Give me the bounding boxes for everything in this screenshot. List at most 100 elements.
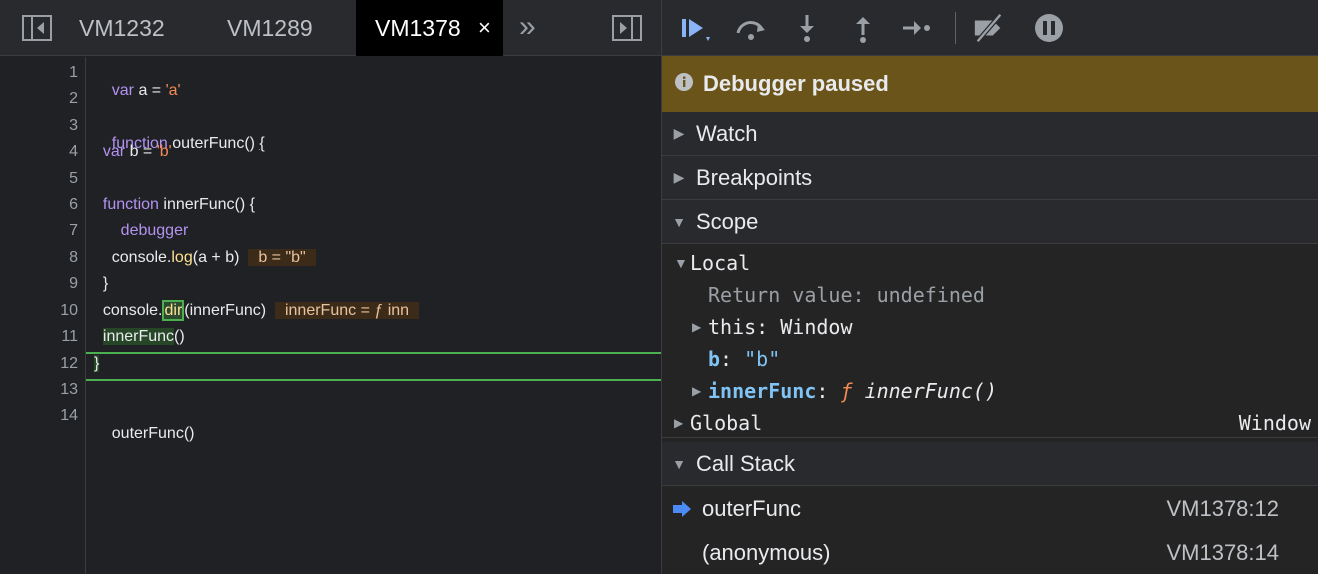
section-title: Call Stack — [696, 450, 796, 476]
inline-value-b: b = "b" — [248, 249, 316, 266]
scope-innerfunc[interactable]: ▶ innerFunc: ƒ innerFunc() — [662, 375, 1318, 407]
editor-pane: VM1232 VM1289 VM1378 × » 1 2 3 4 5 6 7 8… — [0, 0, 661, 574]
frame-name: outerFunc — [702, 496, 802, 521]
collapse-arrow-icon: ▼ — [672, 213, 686, 230]
string-literal: 'a' — [165, 82, 181, 99]
property-colon: : — [756, 315, 781, 339]
line-number[interactable]: 8 — [0, 249, 78, 267]
code-text: } — [94, 355, 100, 372]
line-number[interactable]: 1 — [0, 64, 78, 82]
code-text: outerFunc() — [167, 135, 260, 152]
toggle-debugger-icon[interactable] — [612, 14, 642, 42]
code-text: } — [102, 275, 109, 292]
line-number[interactable]: 6 — [0, 196, 78, 214]
pause-on-exceptions-icon[interactable] — [1032, 12, 1066, 44]
keyword: var — [102, 143, 126, 160]
toolbar-separator — [955, 12, 956, 44]
code-text: outerFunc() — [111, 425, 195, 442]
frame-location[interactable]: VM1378:12 — [1166, 496, 1279, 522]
code-line-4: var b = 'b' — [94, 143, 172, 179]
current-frame-arrow-icon — [662, 501, 702, 517]
property-colon: : — [852, 283, 877, 307]
expand-arrow-icon: ▶ — [692, 384, 702, 398]
step-out-icon[interactable] — [846, 12, 880, 44]
keyword: function — [102, 196, 159, 213]
string-literal: 'b' — [156, 143, 172, 160]
line-number[interactable]: 3 — [0, 117, 78, 135]
scope-local-label: Local — [690, 251, 751, 275]
resume-button[interactable] — [678, 12, 712, 44]
code-line-1: var a = 'a' — [94, 64, 181, 118]
method-name: dir — [162, 300, 185, 321]
line-number[interactable]: 11 — [0, 328, 78, 346]
property-value: innerFunc() — [864, 379, 998, 403]
code-text: a = — [134, 82, 166, 99]
code-text: (innerFunc) — [184, 302, 267, 319]
property-colon: : — [816, 379, 841, 403]
step-icon[interactable] — [900, 12, 934, 44]
code-text: innerFunc() { — [158, 196, 255, 213]
expand-arrow-icon: ▶ — [673, 125, 685, 141]
scope-global-value: Window — [1238, 410, 1311, 435]
code-line-11: innerFunc() — [94, 328, 185, 364]
line-number[interactable]: 7 — [0, 222, 78, 240]
step-into-icon[interactable] — [790, 12, 824, 44]
call-expression: innerFunc — [102, 328, 175, 345]
line-number[interactable]: 14 — [0, 407, 78, 425]
call-frame[interactable]: (anonymous) VM1378:14 — [662, 531, 1318, 574]
code-text: console. — [102, 302, 163, 319]
scope-return-value[interactable]: Return value: undefined — [662, 279, 1318, 311]
line-number[interactable]: 2 — [0, 90, 78, 108]
property-name: this — [708, 315, 757, 339]
debugger-toolbar — [662, 0, 1318, 56]
line-number[interactable]: 12 — [0, 355, 78, 373]
deactivate-breakpoints-icon[interactable] — [972, 12, 1006, 44]
keyword: debugger — [120, 222, 189, 239]
scope-b[interactable]: b: "b" — [662, 343, 1318, 375]
collapse-arrow-icon: ▼ — [672, 455, 686, 472]
line-number[interactable]: 10 — [0, 302, 78, 320]
more-tabs-icon[interactable]: » — [519, 0, 536, 56]
code-line-14: outerFunc() — [94, 407, 195, 461]
toggle-navigator-icon[interactable] — [22, 14, 52, 42]
property-value: "b" — [744, 347, 781, 371]
property-value: undefined — [876, 283, 985, 307]
scope-global[interactable]: ▶ Global Window — [662, 408, 1318, 438]
property-name: innerFunc — [708, 379, 817, 403]
line-number[interactable]: 9 — [0, 275, 78, 293]
property-name: b — [708, 347, 721, 371]
tab-vm1289[interactable]: VM1289 — [227, 0, 313, 56]
debugger-paused-banner: Debugger paused — [662, 56, 1318, 112]
call-frame[interactable]: outerFunc VM1378:12 — [662, 487, 1318, 531]
breakpoints-section-header[interactable]: ▶ Breakpoints — [662, 156, 1318, 200]
method-name: log — [171, 249, 193, 266]
watch-section-header[interactable]: ▶ Watch — [662, 112, 1318, 156]
section-title: Breakpoints — [696, 164, 813, 190]
line-number[interactable]: 5 — [0, 170, 78, 188]
inline-value-innerfunc: innerFunc = ƒ inn — [274, 302, 420, 319]
collapse-arrow-icon: ▼ — [674, 255, 688, 271]
tab-label: VM1378 — [375, 15, 461, 41]
line-number[interactable]: 13 — [0, 381, 78, 399]
frame-location[interactable]: VM1378:14 — [1166, 540, 1279, 566]
code-line-8: console.log(a + b) b = "b" — [94, 249, 316, 285]
close-tab-icon[interactable]: × — [478, 0, 491, 56]
code-text: console. — [111, 249, 172, 266]
scope-section-header[interactable]: ▼ Scope — [662, 200, 1318, 244]
property-colon: : — [720, 347, 745, 371]
function-glyph: ƒ — [840, 379, 853, 403]
keyword: var — [111, 82, 135, 99]
scope-local[interactable]: ▼ Local — [662, 247, 1318, 279]
call-stack-section-header[interactable]: ▼ Call Stack — [662, 442, 1318, 486]
section-title: Scope — [696, 208, 759, 234]
expand-arrow-icon: ▶ — [692, 320, 702, 334]
section-title: Watch — [696, 120, 758, 146]
gutter-divider — [85, 57, 86, 574]
line-number[interactable]: 4 — [0, 143, 78, 161]
property-name: Return value — [708, 283, 853, 307]
scope-this[interactable]: ▶ this: Window — [662, 311, 1318, 343]
tab-vm1232[interactable]: VM1232 — [79, 0, 165, 56]
code-text: () — [174, 328, 185, 345]
step-over-icon[interactable] — [734, 12, 768, 44]
editor-tab-bar: VM1232 VM1289 VM1378 × » — [0, 0, 661, 56]
